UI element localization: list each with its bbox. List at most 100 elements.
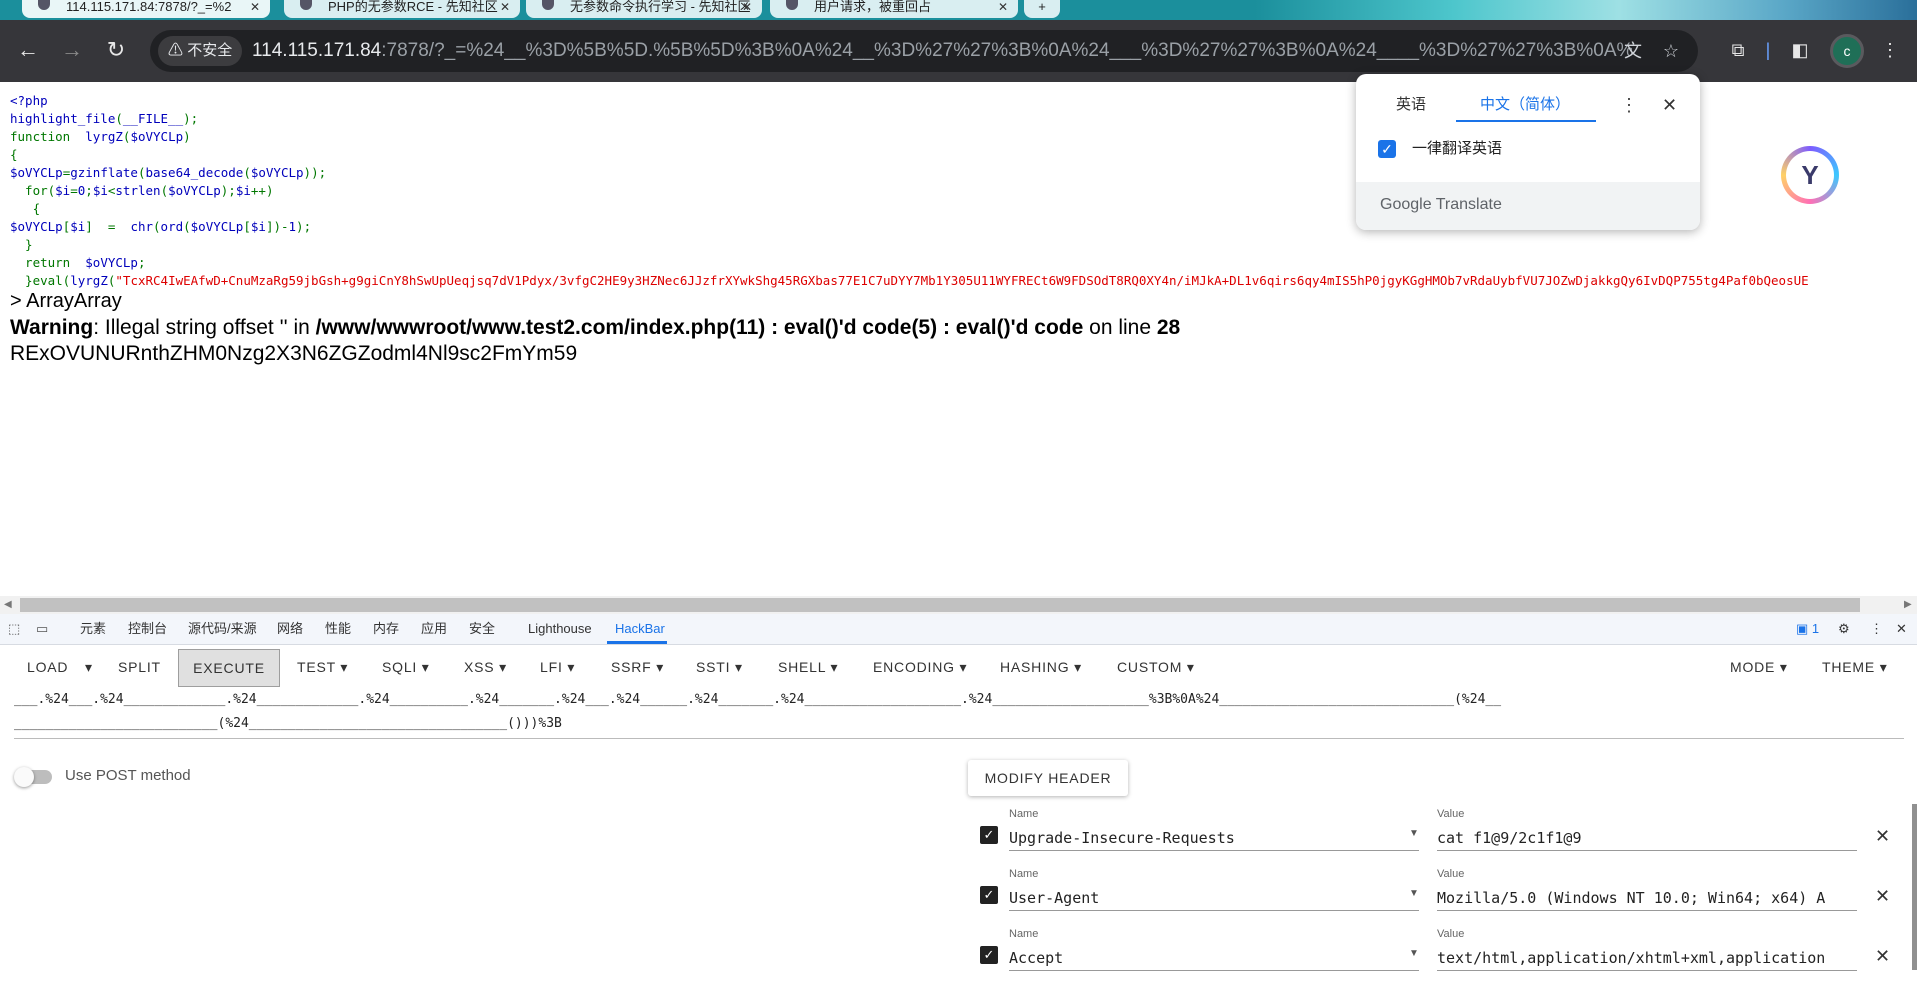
reload-icon[interactable]: ↻ — [102, 36, 130, 64]
ssrf-menu[interactable]: SSRF ▾ — [611, 649, 664, 685]
close-icon[interactable]: ✕ — [500, 0, 510, 14]
code-token: ++) — [250, 183, 274, 198]
header-enable-checkbox[interactable]: ✓ — [980, 826, 998, 844]
php-warning: Warning: Illegal string offset '' in /ww… — [10, 316, 1180, 340]
close-icon[interactable]: ✕ — [742, 0, 752, 14]
side-panel-icon[interactable]: ◧ — [1786, 36, 1814, 64]
devtools-tab[interactable]: 元素 — [80, 614, 106, 644]
header-name-input[interactable]: User-Agent — [1009, 886, 1419, 911]
post-method-toggle[interactable] — [14, 767, 52, 787]
tab-english[interactable]: 英语 — [1396, 90, 1426, 120]
code-token: 1 — [288, 219, 297, 234]
encoding-menu[interactable]: ENCODING ▾ — [873, 649, 967, 685]
new-tab-button[interactable]: + — [1024, 0, 1060, 18]
extensions-puzzle-icon[interactable]: ⧉ — [1724, 36, 1752, 64]
vertical-scrollbar-thumb[interactable] — [1912, 804, 1917, 970]
shell-menu[interactable]: SHELL ▾ — [778, 649, 838, 685]
chevron-down-icon[interactable]: ▼ — [1409, 948, 1419, 959]
device-toggle-icon[interactable]: ▭ — [36, 614, 48, 644]
url-text[interactable]: 114.115.171.84:7878/?_=%24__%3D%5B%5D.%5… — [252, 30, 1632, 72]
browser-tab[interactable]: PHP的无参数RCE - 先知社区 ✕ — [284, 0, 520, 18]
code-token: ) — [183, 129, 191, 144]
code-token: chr — [130, 219, 154, 234]
translate-icon[interactable]: 文 — [1620, 38, 1646, 64]
scroll-left-icon[interactable]: ◀ — [4, 596, 12, 614]
close-icon[interactable]: ✕ — [998, 0, 1008, 14]
tab-chinese[interactable]: 中文（简体） — [1480, 90, 1570, 120]
hashing-menu[interactable]: HASHING ▾ — [1000, 649, 1082, 685]
devtools-tab[interactable]: 源代码/来源 — [188, 614, 257, 644]
header-enable-checkbox[interactable]: ✓ — [980, 946, 998, 964]
security-chip[interactable]: ⚠ 不安全 — [158, 36, 243, 66]
close-icon[interactable]: ✕ — [250, 0, 260, 14]
header-name-input[interactable]: Accept — [1009, 946, 1419, 971]
devtools-tab-hackbar[interactable]: HackBar — [615, 614, 665, 644]
always-translate-checkbox[interactable]: ✓ — [1378, 140, 1396, 158]
more-vert-icon[interactable]: ⋮ — [1620, 90, 1638, 120]
profile-avatar[interactable]: c — [1830, 34, 1864, 68]
browser-tab-active[interactable]: 114.115.171.84:7878/?_=%2 ✕ — [22, 0, 270, 18]
bookmark-star-icon[interactable]: ☆ — [1658, 38, 1684, 64]
header-enable-checkbox[interactable]: ✓ — [980, 886, 998, 904]
header-row: ✓ Name Accept ▼ Value text/html,applicat… — [975, 928, 1890, 986]
code-token: ); — [183, 111, 199, 126]
close-devtools-icon[interactable]: ✕ — [1896, 614, 1907, 644]
more-vert-icon[interactable]: ⋮ — [1870, 614, 1883, 644]
header-name-input[interactable]: Upgrade-Insecure-Requests — [1009, 826, 1419, 851]
issues-badge[interactable]: ▣ 1 — [1796, 614, 1819, 644]
load-button[interactable]: LOAD — [27, 649, 68, 685]
delete-header-icon[interactable]: ✕ — [1875, 946, 1890, 967]
header-value-input[interactable]: Mozilla/5.0 (Windows NT 10.0; Win64; x64… — [1437, 886, 1857, 911]
chevron-down-icon[interactable]: ▼ — [1409, 888, 1419, 899]
devtools-tab[interactable]: 网络 — [277, 614, 303, 644]
forward-arrow-icon[interactable]: → — [58, 36, 86, 64]
code-token: $i — [92, 183, 108, 198]
url-path: :7878/?_=%24__%3D%5B%5D.%5B%5D%3B%0A%24_… — [381, 40, 1632, 61]
address-bar[interactable]: ⚠ 不安全 114.115.171.84:7878/?_=%24__%3D%5B… — [150, 30, 1698, 72]
browser-tab[interactable]: 用户请求，被重回占 ✕ — [770, 0, 1018, 18]
settings-gear-icon[interactable]: ⚙ — [1838, 614, 1850, 644]
header-value-input[interactable]: cat f1@9/2c1f1@9 — [1437, 826, 1857, 851]
ssti-menu[interactable]: SSTI ▾ — [696, 649, 743, 685]
lfi-menu[interactable]: LFI ▾ — [540, 649, 575, 685]
devtools-tab[interactable]: 内存 — [373, 614, 399, 644]
code-token: $oVYCLp — [10, 165, 63, 180]
chevron-down-icon[interactable]: ▼ — [1409, 828, 1419, 839]
split-button[interactable]: SPLIT — [118, 649, 161, 685]
inspect-icon[interactable]: ⬚ — [8, 614, 20, 644]
mode-menu[interactable]: MODE ▾ — [1730, 649, 1788, 685]
insecure-label: 不安全 — [187, 42, 233, 59]
browser-tab[interactable]: 无参数命令执行学习 - 先知社区 ✕ — [526, 0, 762, 18]
delete-header-icon[interactable]: ✕ — [1875, 886, 1890, 907]
xss-menu[interactable]: XSS ▾ — [464, 649, 507, 685]
devtools-tab[interactable]: 性能 — [325, 614, 351, 644]
theme-menu[interactable]: THEME ▾ — [1822, 649, 1888, 685]
output-prefix: > — [10, 290, 27, 312]
devtools-tab[interactable]: 安全 — [469, 614, 495, 644]
header-value-input[interactable]: text/html,application/xhtml+xml,applicat… — [1437, 946, 1857, 971]
message-icon: ▣ — [1796, 621, 1809, 636]
devtools-tab[interactable]: 控制台 — [128, 614, 167, 644]
scroll-right-icon[interactable]: ▶ — [1904, 596, 1912, 614]
code-token: lyrgZ — [70, 273, 108, 288]
extension-logo-icon[interactable]: Y — [1781, 146, 1839, 204]
devtools-tab[interactable]: 应用 — [421, 614, 447, 644]
sqli-menu[interactable]: SQLI ▾ — [382, 649, 430, 685]
devtools-tab[interactable]: Lighthouse — [528, 614, 592, 644]
horizontal-scrollbar[interactable]: ◀ ▶ — [0, 596, 1917, 614]
back-arrow-icon[interactable]: ← — [14, 36, 42, 64]
more-vert-icon[interactable]: ⋮ — [1876, 36, 1904, 64]
code-token: $i — [70, 219, 86, 234]
scrollbar-thumb[interactable] — [20, 598, 1860, 612]
hackbar-url-input[interactable]: ___.%24___.%24_____________.%24_________… — [14, 688, 1904, 739]
site-icon — [786, 0, 798, 10]
execute-button[interactable]: EXECUTE — [178, 649, 280, 687]
test-menu[interactable]: TEST ▾ — [297, 649, 348, 685]
load-dropdown-icon[interactable]: ▾ — [85, 649, 93, 685]
close-icon[interactable]: ✕ — [1662, 90, 1677, 120]
custom-menu[interactable]: CUSTOM ▾ — [1117, 649, 1195, 685]
logo-glyph-icon: Y — [1786, 151, 1834, 199]
modify-header-button[interactable]: MODIFY HEADER — [968, 760, 1128, 796]
delete-header-icon[interactable]: ✕ — [1875, 826, 1890, 847]
code-token: )); — [303, 165, 327, 180]
